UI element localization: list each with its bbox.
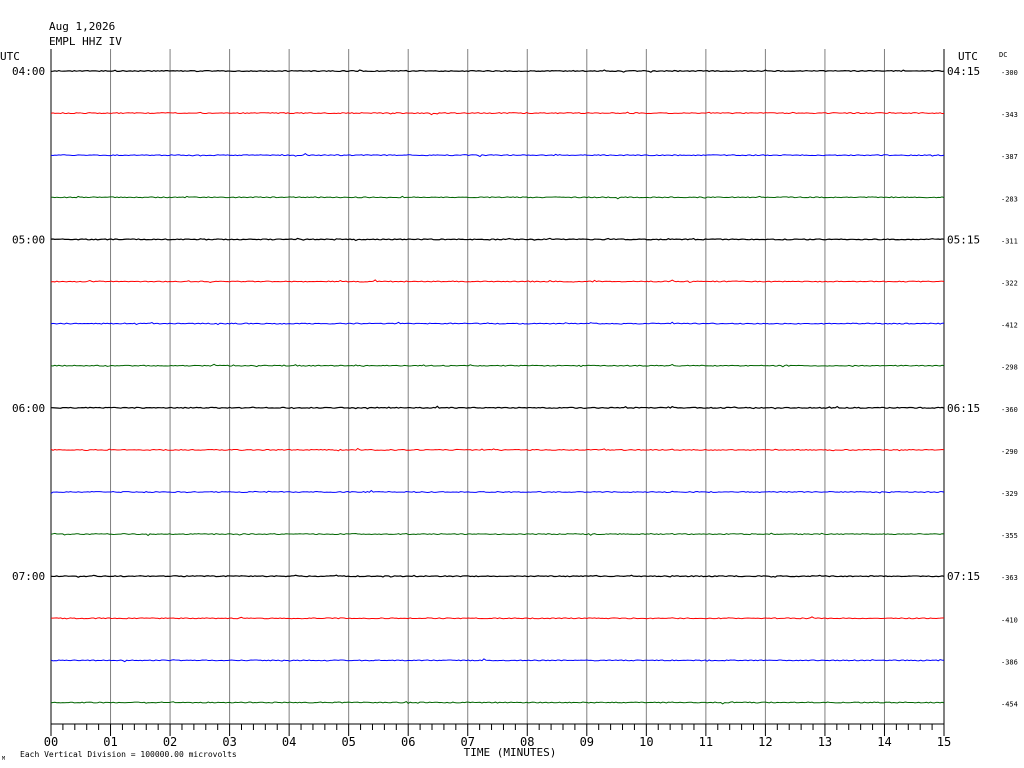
dc-value-6: -322 — [1001, 280, 1018, 288]
dc-value-16: -454 — [1001, 701, 1018, 709]
dc-value-8: -298 — [1001, 364, 1018, 372]
x-tick-label-01: 01 — [103, 735, 117, 749]
dc-value-11: -329 — [1001, 490, 1018, 498]
dc-value-5: -311 — [1001, 237, 1018, 245]
x-tick-label-15: 15 — [937, 735, 951, 749]
right-utc-label: UTC — [958, 50, 978, 63]
row-start-label-5: 05:00 — [12, 233, 45, 246]
dc-value-15: -386 — [1001, 658, 1018, 666]
station-label: EMPL HHZ IV — [49, 35, 122, 48]
dc-value-2: -343 — [1001, 111, 1018, 119]
left-utc-label: UTC — [0, 50, 20, 63]
x-tick-label-12: 12 — [758, 735, 772, 749]
row-start-label-13: 07:00 — [12, 570, 45, 583]
dc-value-14: -410 — [1001, 616, 1018, 624]
row-start-label-9: 06:00 — [12, 402, 45, 415]
dc-value-9: -360 — [1001, 406, 1018, 414]
seismogram-chart: Aug 1,2026 EMPL HHZ IV UTC UTC DC 04:00 04:15 -… — [0, 0, 1024, 768]
x-tick-label-10: 10 — [639, 735, 653, 749]
dc-value-13: -363 — [1001, 574, 1018, 582]
x-tick-label-00: 00 — [44, 735, 58, 749]
row-end-label-13: 07:15 — [947, 570, 980, 583]
x-tick-label-02: 02 — [163, 735, 177, 749]
corner-mark: M — [2, 756, 5, 762]
x-tick-label-06: 06 — [401, 735, 415, 749]
x-tick-label-13: 13 — [818, 735, 832, 749]
row-start-label-1: 04:00 — [12, 65, 45, 78]
x-tick-label-05: 05 — [341, 735, 355, 749]
row-end-label-1: 04:15 — [947, 65, 980, 78]
dc-value-10: -290 — [1001, 448, 1018, 456]
x-tick-label-11: 11 — [699, 735, 713, 749]
dc-value-12: -355 — [1001, 532, 1018, 540]
vertical-scale-note: Each Vertical Division = 100000.00 micro… — [20, 750, 237, 759]
dc-value-4: -283 — [1001, 195, 1018, 203]
x-axis-label: TIME (MINUTES) — [464, 746, 557, 759]
x-tick-label-14: 14 — [877, 735, 891, 749]
x-tick-label-09: 09 — [580, 735, 594, 749]
chart-background — [0, 0, 1024, 768]
dc-value-1: -300 — [1001, 69, 1018, 77]
row-end-label-5: 05:15 — [947, 233, 980, 246]
dc-value-3: -387 — [1001, 153, 1018, 161]
row-end-label-9: 06:15 — [947, 402, 980, 415]
x-tick-label-04: 04 — [282, 735, 296, 749]
header-date: Aug 1,2026 — [49, 20, 115, 33]
dc-value-7: -412 — [1001, 322, 1018, 330]
x-tick-label-03: 03 — [222, 735, 236, 749]
dc-label: DC — [999, 51, 1007, 59]
